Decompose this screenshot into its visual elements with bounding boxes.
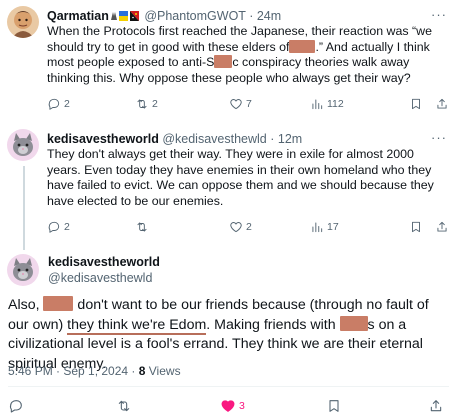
avatar-image bbox=[7, 129, 39, 161]
tweet-meta: 5:46 PM · Sep 1, 2024 · 8 Views bbox=[8, 364, 181, 378]
views-icon bbox=[312, 222, 323, 233]
repost-button[interactable]: 2 bbox=[135, 96, 158, 112]
redaction-block bbox=[43, 296, 74, 311]
like-icon bbox=[230, 99, 242, 110]
tweet-text-line: c conspiracy theories walk away bbox=[232, 55, 410, 70]
reply-button[interactable]: 2 bbox=[47, 96, 70, 112]
repost-icon bbox=[137, 99, 147, 109]
reply-button[interactable]: 2 bbox=[47, 219, 70, 235]
reply-icon bbox=[9, 400, 22, 413]
views-button[interactable]: 112 bbox=[310, 96, 344, 112]
redaction-block bbox=[214, 55, 233, 69]
redaction-block bbox=[339, 315, 368, 331]
reply-count: 2 bbox=[64, 221, 70, 233]
share-button[interactable] bbox=[435, 219, 449, 235]
tweet-text-line: should try to get in good with these eld… bbox=[47, 39, 290, 54]
avatar[interactable] bbox=[7, 254, 39, 286]
main-text-part: . Making friends with bbox=[206, 316, 340, 333]
thread-connector bbox=[23, 166, 25, 250]
display-name[interactable]: Qarmatian bbox=[47, 9, 109, 23]
like-icon bbox=[230, 222, 242, 233]
reply-icon bbox=[48, 221, 60, 233]
repost-icon bbox=[137, 222, 147, 232]
views-count: 112 bbox=[327, 98, 344, 110]
reply-count: 2 bbox=[64, 98, 70, 110]
reply-button[interactable] bbox=[8, 398, 24, 414]
share-icon bbox=[430, 400, 442, 412]
tweet-text-line: .” And actually I think bbox=[315, 39, 430, 54]
like-count: 2 bbox=[246, 221, 252, 233]
bookmark-button[interactable] bbox=[326, 398, 342, 414]
share-button[interactable] bbox=[428, 398, 444, 414]
share-icon bbox=[437, 98, 447, 109]
tweet-header: kedisavestheworld @kedisavesthewld · 12m bbox=[47, 131, 302, 147]
avatar-image bbox=[7, 6, 39, 38]
main-tweet-actions: 3 bbox=[8, 398, 448, 414]
like-button[interactable]: 2 bbox=[229, 219, 252, 235]
like-button[interactable]: 7 bbox=[229, 96, 252, 112]
like-count: 3 bbox=[239, 400, 245, 412]
like-icon bbox=[221, 400, 235, 412]
bookmark-icon bbox=[412, 221, 420, 233]
display-name[interactable]: kedisavestheworld bbox=[47, 132, 159, 146]
separator: · bbox=[270, 132, 275, 146]
repost-button[interactable] bbox=[116, 398, 132, 414]
tweet-qarmatian[interactable]: Qarmatian @PhantomGWOT · 24m ··· When th… bbox=[0, 0, 457, 122]
tweet-text-line: When the Protocols first reached the Jap… bbox=[47, 24, 432, 38]
main-text-part: Also, bbox=[8, 297, 44, 313]
more-icon[interactable]: ··· bbox=[431, 8, 447, 22]
bookmark-icon bbox=[412, 98, 420, 110]
main-tweet-text: Also, don't want to be our friends becau… bbox=[8, 296, 448, 374]
share-button[interactable] bbox=[435, 96, 449, 112]
views-button[interactable]: 17 bbox=[310, 219, 339, 235]
like-button[interactable]: 3 bbox=[220, 398, 245, 414]
views-count: 17 bbox=[327, 221, 339, 233]
tweet-text-line: most people exposed to anti-S bbox=[47, 55, 215, 70]
tweet-kedisavestheworld-reply[interactable]: kedisavestheworld @kedisavesthewld · 12m… bbox=[0, 122, 457, 250]
avatar[interactable] bbox=[7, 6, 39, 38]
repost-count: 2 bbox=[152, 98, 158, 110]
repost-button[interactable] bbox=[135, 219, 152, 235]
post-timestamp[interactable]: 5:46 PM · Sep 1, 2024 · bbox=[8, 364, 139, 378]
tweet-actions: 2 2 7 112 bbox=[47, 96, 449, 112]
handle[interactable]: @kedisavesthewld bbox=[162, 132, 266, 146]
bookmark-button[interactable] bbox=[409, 219, 423, 235]
views-label: Views bbox=[145, 364, 181, 378]
underlined-phrase: they think we're Edom bbox=[67, 316, 207, 335]
handle[interactable]: @PhantomGWOT bbox=[144, 9, 245, 23]
repost-icon bbox=[118, 400, 130, 412]
avatar[interactable] bbox=[7, 129, 39, 161]
separator: · bbox=[249, 9, 254, 23]
handle[interactable]: @kedisavesthewld bbox=[48, 271, 152, 285]
reply-icon bbox=[48, 98, 60, 110]
share-icon bbox=[437, 221, 447, 232]
like-count: 7 bbox=[246, 98, 252, 110]
tweet-text-line: thinking this. Why oppose these people w… bbox=[47, 70, 411, 85]
display-name[interactable]: kedisavestheworld bbox=[48, 255, 160, 269]
timestamp[interactable]: 24m bbox=[257, 9, 281, 23]
bookmark-button[interactable] bbox=[409, 96, 423, 112]
views-icon bbox=[312, 99, 323, 110]
more-icon[interactable]: ··· bbox=[431, 131, 447, 145]
tweet-actions: 2 2 17 bbox=[47, 219, 449, 235]
timestamp[interactable]: 12m bbox=[278, 132, 302, 146]
tweet-text: When the Protocols first reached the Jap… bbox=[47, 24, 449, 86]
redaction-block bbox=[289, 39, 316, 53]
divider bbox=[8, 386, 449, 387]
avatar-image bbox=[7, 254, 39, 286]
bookmark-icon bbox=[329, 400, 339, 412]
tweet-text: They don't always get their way. They we… bbox=[47, 147, 434, 208]
